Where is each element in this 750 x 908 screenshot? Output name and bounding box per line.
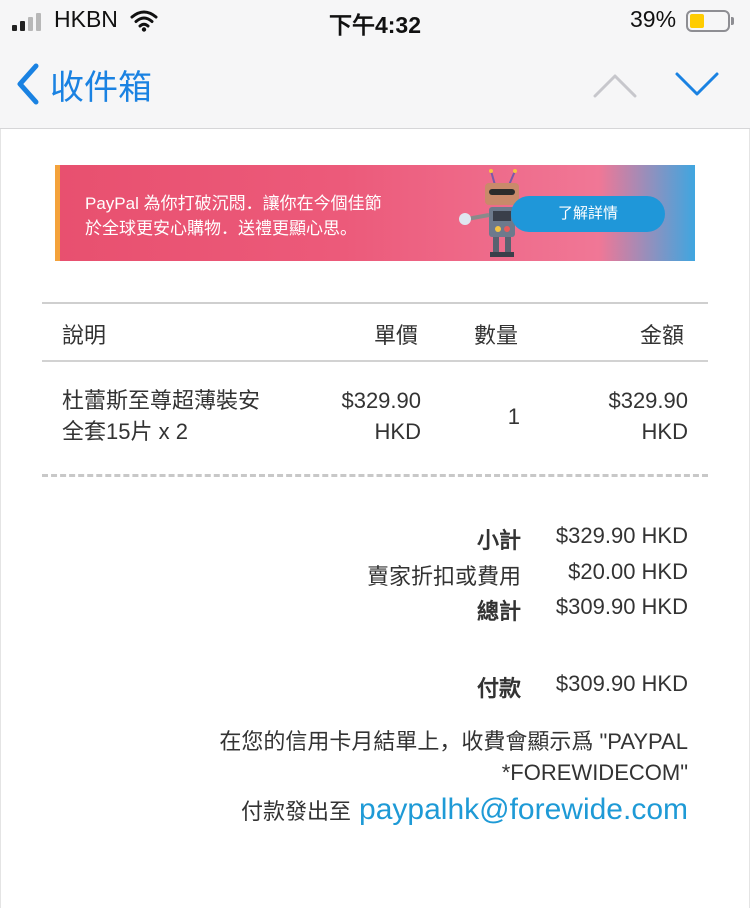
learn-more-button[interactable]: 了解詳情 bbox=[511, 196, 665, 232]
promo-banner[interactable]: PayPal 為你打破沉悶．讓你在今個佳節 於全球更安心購物．送禮更顯心思。 了… bbox=[55, 165, 695, 261]
col-header-description: 說明 bbox=[62, 323, 107, 348]
payment-value: $309.90 HKD bbox=[555, 671, 688, 696]
banner-text-line2: 於全球更安心購物．送禮更顯心思。 bbox=[85, 219, 357, 238]
email-body: PayPal 為你打破沉悶．讓你在今個佳節 於全球更安心購物．送禮更顯心思。 了… bbox=[0, 129, 750, 908]
discount-value: $20.00 HKD bbox=[568, 559, 688, 584]
total-value: $309.90 HKD bbox=[555, 594, 688, 619]
subtotal-value: $329.90 HKD bbox=[555, 523, 688, 548]
sent-to-label: 付款發出至 bbox=[241, 799, 352, 824]
item-description: 杜蕾斯至尊超薄裝安 全套15片 x 2 bbox=[62, 388, 261, 444]
battery-fill bbox=[690, 14, 704, 28]
discount-label: 賣家折扣或費用 bbox=[366, 564, 521, 589]
payment-label: 付款 bbox=[476, 676, 521, 701]
banner-text-line1: PayPal 為你打破沉悶．讓你在今個佳節 bbox=[85, 194, 382, 213]
subtotal-label: 小計 bbox=[476, 528, 521, 553]
chevron-up-icon[interactable] bbox=[592, 68, 638, 102]
back-label: 收件箱 bbox=[50, 68, 152, 107]
col-header-quantity: 數量 bbox=[474, 323, 519, 348]
battery-icon bbox=[686, 10, 734, 32]
item-unit-price: $329.90 HKD bbox=[341, 388, 421, 444]
item-amount: $329.90 HKD bbox=[608, 388, 688, 444]
col-header-amount: 金額 bbox=[640, 323, 685, 348]
nav-bar: 收件箱 bbox=[0, 48, 750, 128]
chevron-left-icon bbox=[17, 63, 39, 105]
battery-percent: 39% bbox=[630, 6, 677, 32]
top-bar: HKBN 下午4:32 39% 收件箱 bbox=[0, 0, 750, 129]
total-label: 總計 bbox=[476, 599, 521, 624]
statement-note: 在您的信用卡月結單上，收費會顯示爲 "PAYPAL *FOREWIDECOM" bbox=[219, 729, 688, 785]
back-button[interactable]: 收件箱 bbox=[14, 62, 152, 107]
item-quantity: 1 bbox=[507, 404, 520, 429]
chevron-down-icon[interactable] bbox=[674, 68, 720, 102]
payment-sent-to: 付款發出至 paypalhk@forewide.com bbox=[241, 793, 688, 827]
col-header-unit-price: 單價 bbox=[374, 323, 419, 348]
status-bar: HKBN 下午4:32 39% bbox=[0, 0, 750, 44]
merchant-email-link[interactable]: paypalhk@forewide.com bbox=[359, 793, 688, 826]
